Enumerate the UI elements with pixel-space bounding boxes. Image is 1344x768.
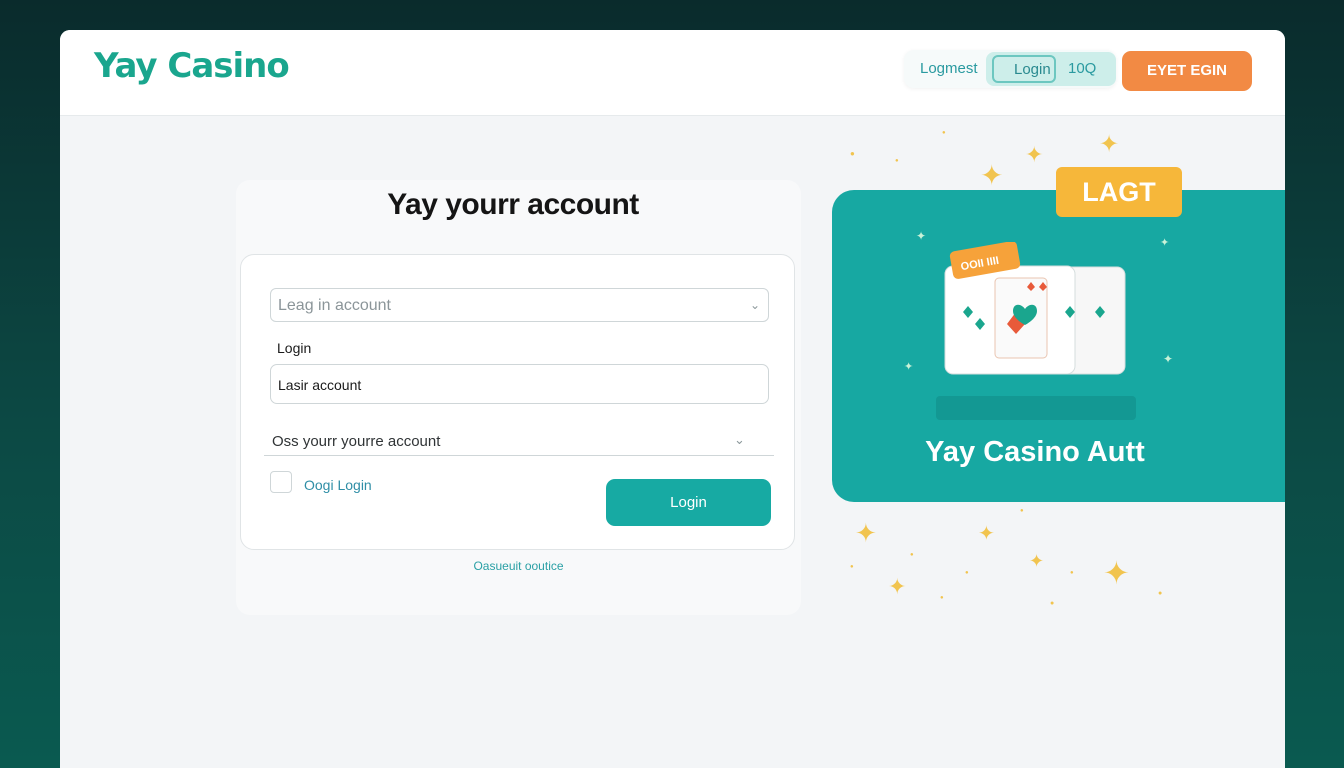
sparkle-icon: ✦ — [978, 523, 995, 545]
promo-placeholder-bar — [936, 396, 1136, 420]
dropdown-underline — [264, 455, 774, 456]
sparkle-icon: ✦ — [1099, 131, 1120, 158]
sparkle-dot: ● — [1050, 600, 1055, 607]
nav-count: 10Q — [1068, 60, 1097, 77]
site-logo[interactable]: Yay Casino — [94, 46, 290, 86]
signup-cta-button[interactable]: EYET EGIN — [1122, 51, 1252, 91]
nav-login-group: Login 10Q — [986, 52, 1116, 86]
sparkle-dot: ● — [850, 149, 855, 158]
chevron-down-icon: ⌄ — [749, 298, 760, 312]
sparkle-icon: ✦ — [855, 518, 877, 548]
promo-title: Yay Casino Autt — [925, 436, 1145, 468]
sparkle-icon: ✦ — [904, 361, 914, 373]
sparkle-dot: ● — [965, 570, 969, 576]
top-navigation-bar: Yay Casino Logmest Login 10Q EYET EGIN — [60, 30, 1285, 116]
nav-link[interactable]: Logmest — [920, 60, 978, 77]
footer-link[interactable]: Oasueuit ooutice — [236, 559, 801, 573]
account-input[interactable]: Lasir account — [270, 364, 769, 404]
nav-group: Logmest Login 10Q — [904, 50, 1116, 88]
sparkle-icon: ✦ — [1025, 142, 1044, 167]
account-select[interactable]: Leag in account ⌄ — [270, 288, 769, 322]
sparkle-icon: ✦ — [1029, 551, 1045, 571]
chevron-down-icon[interactable]: ⌄ — [734, 432, 745, 448]
sparkle-dot: ● — [1158, 590, 1163, 597]
promo-badge: LAGT — [1056, 167, 1182, 217]
sparkle-icon: ✦ — [1160, 237, 1170, 249]
sparkle-icon: ✦ — [980, 160, 1004, 191]
account-input-value: Lasir account — [278, 377, 362, 393]
sparkle-dot: ● — [1070, 570, 1074, 576]
playing-cards-icon: OOII IIII — [944, 242, 1126, 375]
nav-login-button[interactable]: Login — [992, 55, 1056, 83]
account-dropdown[interactable]: Oss yourr yourre account — [272, 433, 440, 450]
sparkle-dot: ● — [942, 130, 946, 136]
login-field-label: Login — [277, 340, 312, 356]
sparkle-dot: ● — [895, 158, 899, 164]
sparkle-icon: ✦ — [888, 574, 907, 599]
account-select-placeholder: Leag in account — [278, 297, 391, 314]
sparkle-dot: ● — [940, 595, 944, 601]
sparkle-dot: ● — [1020, 508, 1024, 514]
sparkle-icon: ✦ — [916, 229, 927, 243]
sparkle-dot: ● — [850, 564, 854, 570]
login-form: Leag in account ⌄ Login Lasir account Os… — [240, 254, 795, 550]
page-title: Yay yourr account — [387, 188, 639, 221]
sparkle-icon: ✦ — [1103, 555, 1130, 591]
remember-checkbox[interactable] — [270, 471, 292, 493]
login-button[interactable]: Login — [606, 479, 771, 526]
browser-window: Yay Casino Logmest Login 10Q EYET EGIN Y… — [60, 30, 1285, 768]
sparkle-dot: ● — [910, 552, 914, 558]
remember-checkbox-label[interactable]: Oogi Login — [304, 477, 372, 493]
sparkle-icon: ✦ — [1163, 352, 1174, 366]
nav-login-label: Login — [1014, 61, 1051, 78]
